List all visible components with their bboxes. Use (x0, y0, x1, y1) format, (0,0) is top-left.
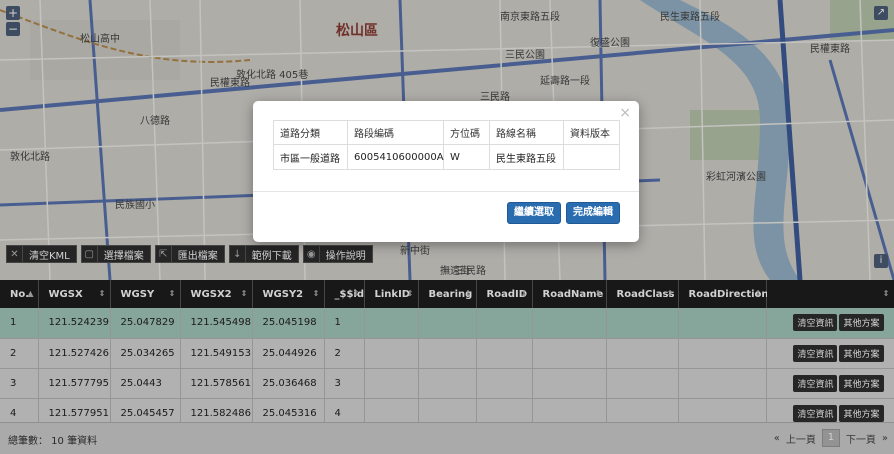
road-info-modal: × 道路分類 路段編碼 方位碼 路線名稱 資料版本 市區一般道路 6005410… (253, 101, 639, 242)
header-data-version: 資料版本 (563, 120, 620, 145)
segment-code-value: 6005410600000A (347, 144, 444, 170)
finish-edit-button[interactable]: 完成編輯 (566, 202, 620, 224)
continue-select-button[interactable]: 繼續選取 (507, 202, 561, 224)
modal-divider (253, 191, 639, 192)
header-segment-code: 路段編碼 (347, 120, 444, 145)
close-icon[interactable]: × (619, 105, 631, 121)
direction-code-value: W (443, 144, 490, 170)
header-route-name: 路線名稱 (489, 120, 564, 145)
header-direction-code: 方位碼 (443, 120, 490, 145)
road-info-row: 市區一般道路 6005410600000A W 民生東路五段 (273, 144, 620, 170)
data-version-value (563, 144, 620, 170)
road-info-table: 道路分類 路段編碼 方位碼 路線名稱 資料版本 市區一般道路 600541060… (273, 120, 620, 170)
header-road-class: 道路分類 (273, 120, 348, 145)
road-class-value: 市區一般道路 (273, 144, 348, 170)
route-name-value: 民生東路五段 (489, 144, 564, 170)
